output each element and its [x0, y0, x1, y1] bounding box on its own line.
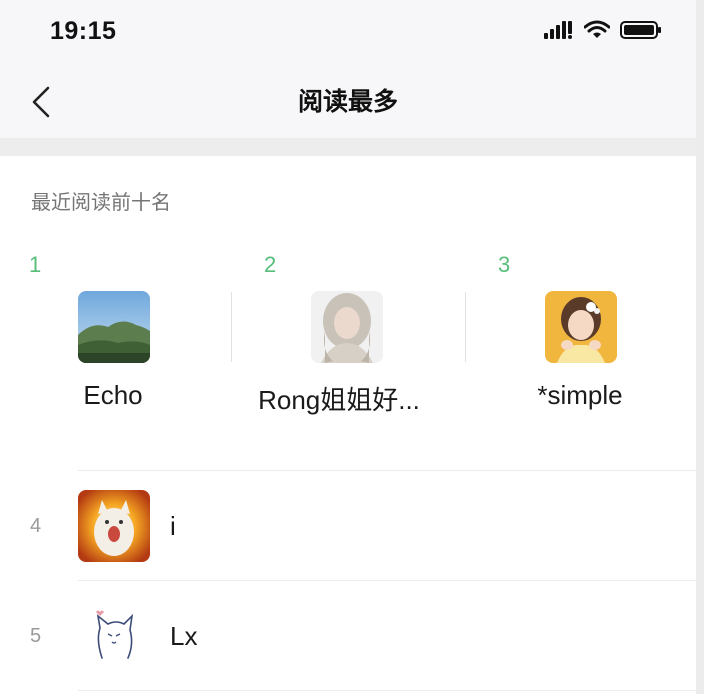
list-rank: 4: [30, 515, 42, 537]
avatar-i[interactable]: [78, 490, 150, 562]
list-name: i: [170, 511, 176, 541]
status-time: 19:15: [50, 17, 117, 45]
podium-divider: [231, 292, 232, 362]
rank-number-2: 2: [264, 252, 277, 277]
header: 19:15 阅读最多: [0, 0, 696, 138]
portrait-avatar-image: [545, 291, 617, 363]
avatar-rong[interactable]: [311, 291, 383, 363]
battery-icon: [620, 21, 661, 39]
podium-divider: [465, 292, 466, 362]
row-divider: [78, 690, 696, 691]
cellular-signal-icon: [544, 21, 572, 39]
avatar-lx[interactable]: [78, 600, 150, 672]
page-title: 阅读最多: [297, 88, 398, 116]
portrait-avatar-image: [311, 291, 383, 363]
list-name: Lx: [170, 621, 198, 651]
rank-number-3: 3: [498, 252, 511, 277]
avatar-simple[interactable]: [545, 291, 617, 363]
avatar-echo[interactable]: [78, 291, 150, 363]
podium-name-2: Rong姐姐好...: [258, 385, 420, 415]
podium-name-1: Echo: [83, 380, 143, 410]
section-label: 最近阅读前十名: [31, 192, 171, 214]
scroll-edge: [696, 0, 704, 694]
cat-avatar-image: [78, 490, 150, 562]
list-rank: 5: [30, 625, 42, 647]
rank-number-1: 1: [29, 252, 42, 277]
section-divider: [0, 138, 696, 156]
wifi-icon: [584, 20, 610, 38]
cat-sketch-avatar-image: [78, 600, 150, 672]
podium-name-3: *simple: [537, 380, 623, 410]
row-divider: [78, 580, 696, 581]
row-divider: [78, 470, 696, 471]
landscape-avatar-image: [78, 291, 150, 363]
status-icons: [544, 20, 662, 40]
